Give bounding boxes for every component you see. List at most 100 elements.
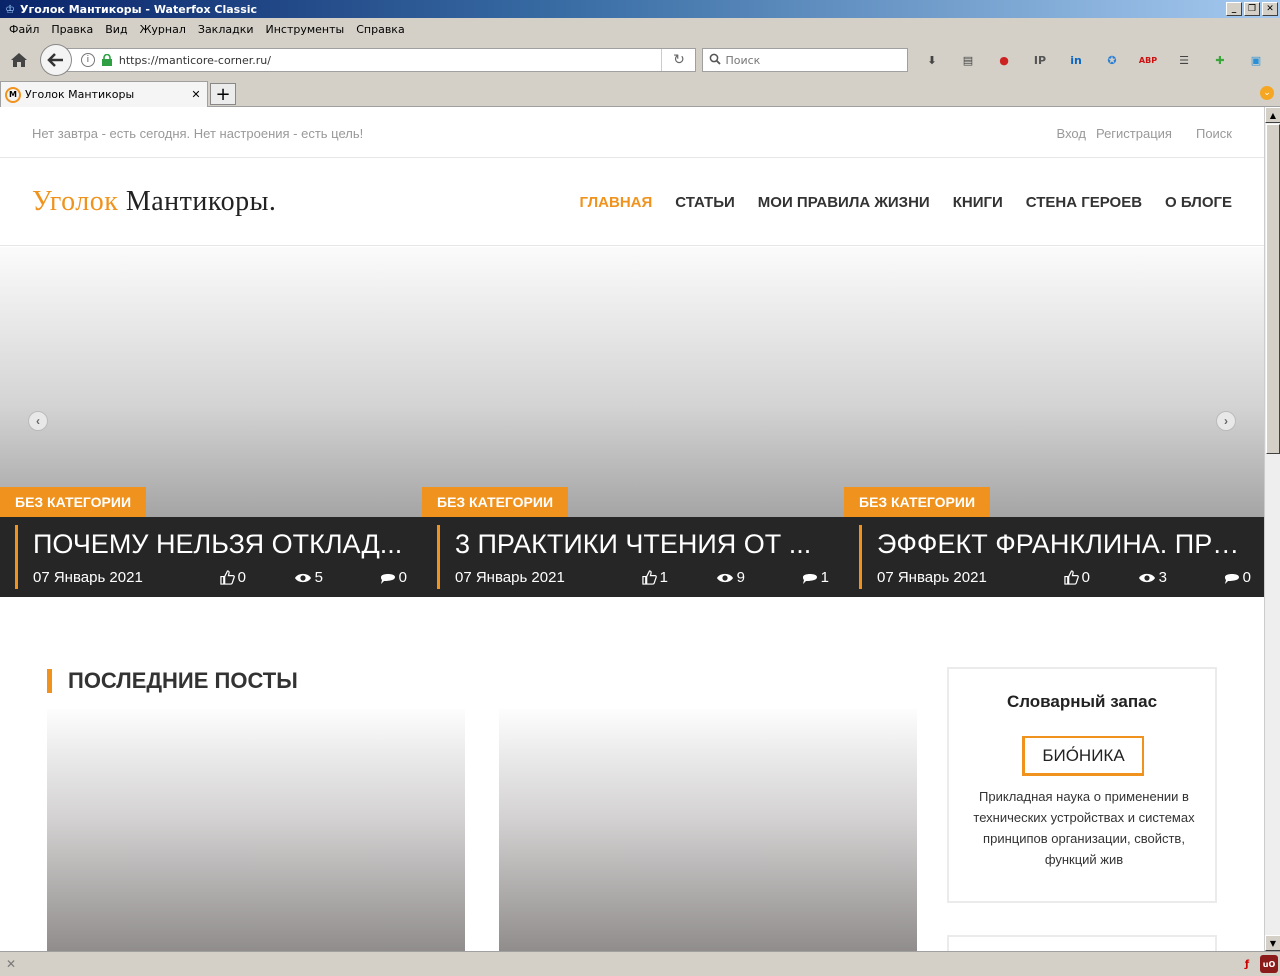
category-badge[interactable]: БЕЗ КАТЕГОРИИ — [844, 487, 991, 517]
nav-articles[interactable]: СТАТЬИ — [675, 194, 735, 211]
lock-icon — [101, 54, 112, 66]
translate-icon[interactable]: ✪ — [1100, 48, 1124, 72]
vocabulary-word: БИО́НИКА — [1022, 736, 1144, 776]
ublock-icon[interactable]: uO — [1260, 955, 1278, 973]
post-card-thumbnail[interactable] — [499, 709, 917, 951]
site-logo[interactable]: Уголок Мантикоры. — [32, 186, 276, 218]
menu-edit[interactable]: Правка — [45, 21, 99, 38]
thumbs-up-icon — [1063, 570, 1079, 585]
site-slogan: Нет завтра - есть сегодня. Нет настроени… — [32, 126, 364, 141]
post-card-thumbnail[interactable] — [47, 709, 465, 951]
back-arrow-icon — [47, 53, 63, 67]
library-icon[interactable]: ▤ — [956, 48, 980, 72]
menu-tools[interactable]: Инструменты — [260, 21, 351, 38]
menu-bookmarks[interactable]: Закладки — [192, 21, 260, 38]
menu-help[interactable]: Справка — [350, 21, 410, 38]
back-button[interactable] — [39, 44, 72, 76]
comments-count: 0 — [398, 569, 407, 586]
thumbs-up-icon — [219, 570, 235, 585]
statusbar-close-icon[interactable]: ✕ — [6, 957, 16, 971]
slide-date: 07 Январь 2021 — [877, 569, 987, 586]
page-scrollbar[interactable]: ▲ ▼ — [1264, 107, 1280, 951]
slide-date: 07 Январь 2021 — [33, 569, 143, 586]
toolbar-icons: ⬇ ▤ ● IP in ✪ ABP ☰ ✚ ▣ — [920, 48, 1280, 72]
views-stat: 3 — [1138, 569, 1224, 586]
addon-red-icon[interactable]: ● — [992, 48, 1016, 72]
adblock-icon[interactable]: ABP — [1136, 48, 1160, 72]
menu-icon[interactable]: ☰ — [1172, 48, 1196, 72]
new-tab-button[interactable]: + — [210, 83, 236, 105]
slide-title[interactable]: ПОЧЕМУ НЕЛЬЗЯ ОТКЛАД... — [33, 529, 403, 560]
tab-overflow-icon[interactable]: ⌄ — [1260, 86, 1274, 100]
comments-stat: 0 — [380, 569, 407, 586]
comments-stat: 0 — [1224, 569, 1251, 586]
site-header: Уголок Мантикоры. ГЛАВНАЯ СТАТЬИ МОИ ПРА… — [0, 158, 1264, 246]
register-link[interactable]: Регистрация — [1096, 126, 1172, 141]
close-window-button[interactable]: ✕ — [1262, 2, 1278, 16]
nav-heroes-wall[interactable]: СТЕНА ГЕРОЕВ — [1026, 194, 1142, 211]
site-favicon-icon: M — [5, 86, 21, 103]
scroll-up-arrow-icon[interactable]: ▲ — [1265, 107, 1280, 123]
scrollbar-thumb[interactable] — [1266, 124, 1280, 454]
menu-view[interactable]: Вид — [99, 21, 133, 38]
tab-close-icon[interactable]: ✕ — [189, 88, 203, 101]
eye-icon — [1138, 573, 1155, 582]
comments-stat: 1 — [802, 569, 829, 586]
puzzle-icon[interactable]: ✚ — [1208, 48, 1232, 72]
slide-3[interactable]: БЕЗ КАТЕГОРИИ ЭФФЕКТ ФРАНКЛИНА. ПРЕ... 0… — [844, 247, 1264, 597]
ip-icon[interactable]: IP — [1028, 48, 1052, 72]
featured-slider: БЕЗ КАТЕГОРИИ ПОЧЕМУ НЕЛЬЗЯ ОТКЛАД... 07… — [0, 247, 1264, 597]
main-nav: ГЛАВНАЯ СТАТЬИ МОИ ПРАВИЛА ЖИЗНИ КНИГИ С… — [557, 194, 1232, 211]
home-icon — [10, 53, 27, 67]
search-link[interactable]: Поиск — [1196, 126, 1232, 141]
slide-title[interactable]: ЭФФЕКТ ФРАНКЛИНА. ПРЕ... — [877, 529, 1247, 560]
likes-stat: 0 — [219, 569, 294, 586]
menu-file[interactable]: Файл — [3, 21, 45, 38]
tab-bar: M Уголок Мантикоры ✕ + ⌄ — [0, 80, 1280, 107]
category-badge[interactable]: БЕЗ КАТЕГОРИИ — [0, 487, 147, 517]
menu-history[interactable]: Журнал — [134, 21, 192, 38]
category-badge[interactable]: БЕЗ КАТЕГОРИИ — [422, 487, 569, 517]
minimize-button[interactable]: _ — [1226, 2, 1242, 16]
page-viewport: Нет завтра - есть сегодня. Нет настроени… — [0, 107, 1264, 951]
url-text[interactable]: https://manticore-corner.ru/ — [119, 54, 662, 67]
scroll-down-arrow-icon[interactable]: ▼ — [1265, 935, 1280, 951]
home-button[interactable] — [6, 47, 32, 73]
url-bar[interactable]: i https://manticore-corner.ru/ ↻ — [63, 48, 697, 72]
slide-info: 3 ПРАКТИКИ ЧТЕНИЯ ОТ ... 07 Январь 2021 … — [422, 517, 844, 597]
views-stat: 5 — [294, 569, 380, 586]
slider-prev-button[interactable]: ‹ — [28, 411, 48, 431]
slide-title[interactable]: 3 ПРАКТИКИ ЧТЕНИЯ ОТ ... — [455, 529, 825, 560]
thumbs-up-icon — [641, 570, 657, 585]
waterfox-app-icon: ♔ — [5, 2, 15, 16]
save-icon[interactable]: ▣ — [1244, 48, 1268, 72]
search-icon — [709, 53, 722, 68]
slider-next-button[interactable]: › — [1216, 411, 1236, 431]
widget-title: Словарный запас — [1006, 692, 1158, 711]
restore-button[interactable]: ❐ — [1244, 2, 1260, 16]
slide-date: 07 Январь 2021 — [455, 569, 565, 586]
eye-icon — [716, 573, 733, 582]
likes-stat: 0 — [1063, 569, 1138, 586]
slide-1[interactable]: БЕЗ КАТЕГОРИИ ПОЧЕМУ НЕЛЬЗЯ ОТКЛАД... 07… — [0, 247, 422, 597]
nav-books[interactable]: КНИГИ — [953, 194, 1003, 211]
section-title: ПОСЛЕДНИЕ ПОСТЫ — [68, 668, 298, 693]
linkedin-icon[interactable]: in — [1064, 48, 1088, 72]
login-link[interactable]: Вход — [1057, 126, 1086, 141]
flash-icon[interactable]: ƒ — [1238, 955, 1256, 973]
slide-2[interactable]: БЕЗ КАТЕГОРИИ 3 ПРАКТИКИ ЧТЕНИЯ ОТ ... 0… — [422, 247, 844, 597]
site-info-icon[interactable]: i — [80, 53, 95, 67]
navigation-toolbar: i https://manticore-corner.ru/ ↻ Поиск ⬇… — [0, 40, 1280, 80]
tab-manticore[interactable]: M Уголок Мантикоры ✕ — [0, 81, 208, 107]
reload-icon[interactable]: ↻ — [661, 49, 695, 71]
search-input[interactable]: Поиск — [702, 48, 908, 72]
likes-count: 0 — [1081, 569, 1090, 586]
views-stat: 9 — [716, 569, 802, 586]
nav-about[interactable]: О БЛОГЕ — [1165, 194, 1232, 211]
accent-bar — [859, 525, 862, 589]
tab-label: Уголок Мантикоры — [25, 88, 135, 101]
logo-part-1: Уголок — [32, 186, 119, 217]
nav-home[interactable]: ГЛАВНАЯ — [580, 194, 653, 211]
download-icon[interactable]: ⬇ — [920, 48, 944, 72]
nav-life-rules[interactable]: МОИ ПРАВИЛА ЖИЗНИ — [758, 194, 930, 211]
